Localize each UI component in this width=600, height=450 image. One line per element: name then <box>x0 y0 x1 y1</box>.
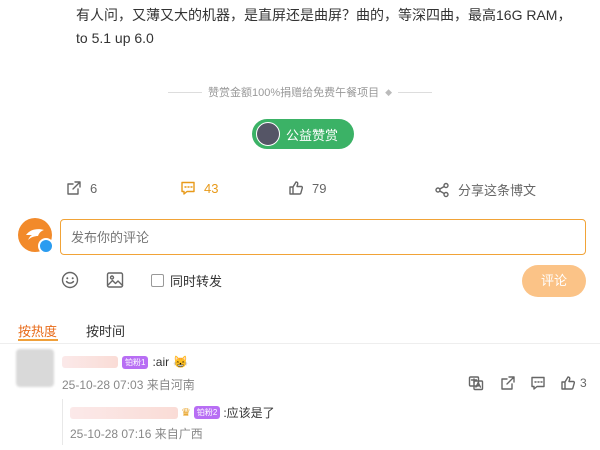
share-label: 分享这条博文 <box>458 183 537 198</box>
reward-note-text: 赞赏金额100%捐赠给免费午餐项目 <box>207 87 380 99</box>
thumbs-up-icon <box>289 181 304 195</box>
comment-icon <box>181 181 195 195</box>
commenter-avatar[interactable] <box>16 349 54 387</box>
emoji-icon[interactable] <box>60 270 80 290</box>
comment-meta: 25-10-28 07:03 来自河南 <box>62 376 195 393</box>
image-icon[interactable] <box>105 270 125 290</box>
comment-like-count: 3 <box>580 376 587 390</box>
diamond-icon: ◆ <box>385 86 393 97</box>
repost-count: 6 <box>90 180 98 196</box>
comment-text: :air <box>152 355 170 369</box>
comment-input[interactable] <box>60 219 586 255</box>
post-text-line-2: to 5.1 up 6.0 <box>76 30 154 46</box>
comment-like-button[interactable]: 3 <box>560 375 587 391</box>
reward-button-label: 公益赞赏 <box>286 127 339 143</box>
reply-thread-line <box>62 399 63 445</box>
thumbs-up-icon <box>561 376 576 390</box>
repost-checkbox[interactable]: 同时转发 <box>151 271 222 290</box>
reply-header: ♛ 铂粉2 :应该是了 <box>70 404 275 421</box>
repost-checkbox-label: 同时转发 <box>170 274 223 289</box>
fan-badge: 铂粉2 <box>193 406 221 419</box>
post-text-line-1: 有人问，又薄又大的机器，是直屏还是曲屏？曲的，等深四曲，最高16G RAM， <box>76 7 572 23</box>
active-tab-indicator <box>18 339 58 341</box>
comment-count: 43 <box>204 180 219 196</box>
reply-meta: 25-10-28 07:16 来自广西 <box>70 425 203 442</box>
reply-text: :应该是了 <box>223 406 275 420</box>
commenter-name[interactable] <box>62 356 118 368</box>
divider-line-left <box>167 91 202 93</box>
repost-icon <box>67 181 81 195</box>
comment-header: 铂粉1 :air 😸 <box>62 355 188 369</box>
share-button[interactable]: 分享这条博文 <box>434 180 536 199</box>
comment-button[interactable]: 43 <box>180 180 218 196</box>
repost-icon[interactable] <box>500 375 516 391</box>
replier-name[interactable] <box>70 406 178 419</box>
reward-avatar-icon <box>256 122 280 146</box>
divider <box>0 343 600 344</box>
repost-button[interactable]: 6 <box>66 180 97 196</box>
fan-badge: 铂粉1 <box>122 355 149 369</box>
translate-icon[interactable] <box>468 375 484 391</box>
submit-comment-button[interactable]: 评论 <box>522 265 586 297</box>
reply-location: 来自广西 <box>154 427 203 441</box>
reply-icon[interactable] <box>530 375 546 391</box>
comment-time: 25-10-28 07:03 <box>62 378 144 392</box>
reply-time: 25-10-28 07:16 <box>70 427 152 441</box>
like-count: 79 <box>312 180 327 196</box>
tab-sort-time[interactable]: 按时间 <box>86 321 125 340</box>
post-text: 有人问，又薄又大的机器，是直屏还是曲屏？曲的，等深四曲，最高16G RAM， t… <box>76 4 586 50</box>
divider-line-right <box>398 91 433 93</box>
verified-icon <box>38 238 54 254</box>
checkbox[interactable] <box>151 274 164 287</box>
emoji-icon: 😸 <box>173 355 189 369</box>
charity-reward-button[interactable]: 公益赞赏 <box>252 119 354 149</box>
crown-icon: ♛ <box>181 407 191 419</box>
share-icon <box>435 182 449 197</box>
like-button[interactable]: 79 <box>288 180 326 196</box>
current-user-avatar[interactable] <box>18 218 54 254</box>
tab-sort-hot[interactable]: 按热度 <box>18 321 57 340</box>
reward-note: 赞赏金额100%捐赠给免费午餐项目 ◆ <box>0 84 600 100</box>
comment-location: 来自河南 <box>146 378 195 392</box>
